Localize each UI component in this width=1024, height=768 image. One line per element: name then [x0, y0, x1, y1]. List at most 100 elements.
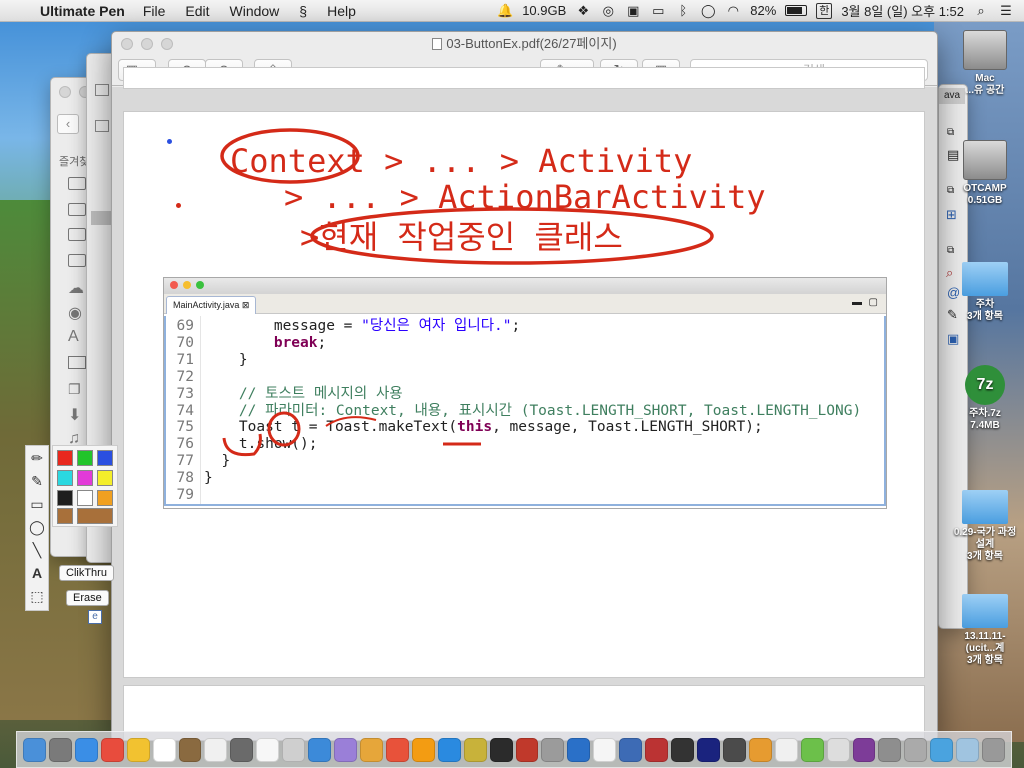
- clickthru-tooltip[interactable]: ClikThru: [59, 565, 114, 581]
- mail-icon[interactable]: [152, 737, 176, 762]
- keynote-icon[interactable]: [334, 737, 357, 762]
- menu-edit[interactable]: Edit: [175, 3, 219, 19]
- minimize-button[interactable]: [141, 38, 153, 50]
- folder-stack-icon[interactable]: [956, 737, 980, 762]
- photos-icon[interactable]: [308, 737, 332, 762]
- color-swatch[interactable]: [57, 490, 73, 506]
- bluetooth-icon[interactable]: ᛒ: [675, 3, 691, 19]
- preview-window[interactable]: 03-ButtonEx.pdf(26/27페이지) ▥ ▾ ⊖ ⊕ ⇪ ✎ ▾ …: [111, 31, 938, 741]
- restore-icon[interactable]: ⧉: [947, 245, 954, 256]
- desktop-item-folder[interactable]: 13.11.11- (ucit...계 3개 항목: [950, 594, 1020, 667]
- finder-icon[interactable]: [23, 737, 46, 762]
- cloud-icon[interactable]: ☁: [68, 278, 84, 298]
- desktop-item-hdd[interactable]: Mac ...유 공간: [950, 30, 1020, 97]
- launchpad-icon[interactable]: [48, 737, 72, 762]
- menu-file[interactable]: File: [133, 3, 176, 19]
- spotlight-search-icon[interactable]: ⌕: [973, 3, 989, 19]
- text-icon[interactable]: [826, 737, 850, 762]
- music-icon[interactable]: [411, 737, 435, 762]
- battery-icon[interactable]: [785, 5, 808, 16]
- color-swatch-wide[interactable]: [77, 508, 113, 524]
- window-icon[interactable]: [878, 737, 902, 762]
- erase-tooltip[interactable]: Erase: [66, 590, 109, 606]
- desktop-icon[interactable]: [68, 356, 86, 369]
- safari-icon[interactable]: [74, 737, 98, 762]
- line-tool-icon[interactable]: ╲: [26, 539, 48, 561]
- appstore-icon[interactable]: [463, 737, 487, 762]
- window-titlebar[interactable]: 03-ButtonEx.pdf(26/27페이지): [112, 32, 937, 56]
- rectangle-tool-icon[interactable]: ▭: [26, 493, 48, 515]
- pdf-page[interactable]: Context > ... > Activity > ... > ActionB…: [123, 111, 925, 678]
- numbers-icon[interactable]: [359, 737, 383, 762]
- chrome-icon[interactable]: [100, 737, 124, 762]
- airplay-icon[interactable]: ▭: [650, 3, 666, 19]
- color-swatch[interactable]: [57, 450, 73, 466]
- sequel-icon[interactable]: [748, 737, 772, 762]
- messages-icon[interactable]: [282, 737, 306, 762]
- notes-icon[interactable]: [178, 737, 202, 762]
- restore-icon[interactable]: ⧉: [947, 127, 954, 138]
- documents-icon[interactable]: ❐: [68, 381, 81, 398]
- terminal-icon[interactable]: [489, 737, 513, 762]
- text-tool-icon[interactable]: A: [26, 562, 48, 584]
- back-button[interactable]: ‹: [57, 114, 79, 134]
- folder-icon[interactable]: [68, 228, 86, 241]
- dropbox-icon[interactable]: ❖: [575, 3, 591, 19]
- color-swatch[interactable]: [77, 490, 93, 506]
- selection-tool-icon[interactable]: ⬚: [26, 585, 48, 607]
- folder-icon[interactable]: [567, 737, 591, 762]
- hierarchy-icon[interactable]: ⊞: [946, 207, 957, 223]
- stickies-icon[interactable]: [230, 737, 254, 762]
- airdrop-icon[interactable]: ◉: [68, 303, 82, 323]
- close-button[interactable]: [121, 38, 133, 50]
- notification-list-icon[interactable]: ☰: [998, 3, 1014, 19]
- downloads-icon[interactable]: ⬇: [68, 405, 81, 425]
- pen-tool-icon[interactable]: ✏: [26, 447, 48, 469]
- input-method-icon[interactable]: 한: [816, 2, 833, 19]
- filezilla-icon[interactable]: [515, 737, 539, 762]
- eclipse-icon[interactable]: e: [88, 610, 102, 624]
- applications-icon[interactable]: A: [68, 328, 79, 346]
- desktop-item-folder[interactable]: 0.29-국가 과정설계 3개 항목: [950, 490, 1020, 563]
- sync-icon[interactable]: ◎: [600, 3, 616, 19]
- chat-icon[interactable]: ◯: [700, 3, 716, 19]
- ellipse-tool-icon[interactable]: ◯: [26, 516, 48, 538]
- color-swatch[interactable]: [57, 470, 73, 486]
- sublime-icon[interactable]: [541, 737, 565, 762]
- tool-icon[interactable]: [722, 737, 746, 762]
- highlighter-tool-icon[interactable]: ✎: [26, 470, 48, 492]
- color-swatch[interactable]: [77, 470, 93, 486]
- media-icon[interactable]: [852, 737, 876, 762]
- camera-icon[interactable]: ▣: [625, 3, 641, 19]
- menu-help[interactable]: Help: [317, 3, 366, 19]
- folder-icon[interactable]: [68, 254, 86, 267]
- color-swatch[interactable]: [57, 508, 73, 524]
- desktop-item-folder[interactable]: 주차 3개 항목: [950, 262, 1020, 323]
- ibooks-icon[interactable]: [437, 737, 461, 762]
- script-icon[interactable]: §: [289, 3, 317, 19]
- color-swatch[interactable]: [97, 470, 113, 486]
- menu-window[interactable]: Window: [220, 3, 290, 19]
- folder-stack-icon[interactable]: [930, 737, 954, 762]
- wifi-icon[interactable]: ◠: [725, 3, 741, 19]
- zoom-button[interactable]: [161, 38, 173, 50]
- desktop-item-7z[interactable]: 7z 주차.7z 7.4MB: [950, 365, 1020, 432]
- clock-icon[interactable]: [204, 737, 228, 762]
- color-swatch[interactable]: [97, 450, 113, 466]
- maps-icon[interactable]: [385, 737, 409, 762]
- calendar-icon[interactable]: [126, 737, 150, 762]
- preview-icon[interactable]: [593, 737, 617, 762]
- color-swatch[interactable]: [77, 450, 93, 466]
- vim-icon[interactable]: [696, 737, 720, 762]
- document-viewer[interactable]: Context > ... > Activity > ... > ActionB…: [112, 67, 937, 740]
- downloads-stack-icon[interactable]: [904, 737, 928, 762]
- task-icon[interactable]: [774, 737, 798, 762]
- clock[interactable]: 3월 8일 (일) 오후 1:52: [841, 1, 964, 20]
- ps-icon[interactable]: [645, 737, 669, 762]
- bell-icon[interactable]: 🔔: [497, 3, 513, 19]
- app-menu[interactable]: Ultimate Pen: [34, 3, 133, 19]
- folder-icon[interactable]: [68, 203, 86, 216]
- eclipse-icon[interactable]: [619, 737, 643, 762]
- desktop-item-bootcamp[interactable]: OTCAMP 0.51GB: [950, 140, 1020, 207]
- chart-icon[interactable]: [800, 737, 824, 762]
